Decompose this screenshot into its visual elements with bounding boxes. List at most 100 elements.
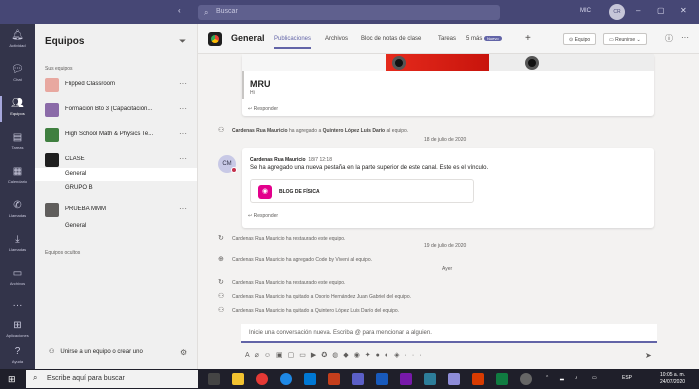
add-tab-icon[interactable]: + — [525, 33, 531, 44]
team-item[interactable]: High School Math & Physics Te... ··· — [45, 127, 195, 145]
info-icon[interactable]: ⓘ — [665, 33, 673, 44]
team-logo — [208, 32, 222, 46]
gif-icon[interactable]: ▣ — [276, 352, 288, 359]
rail-downloads[interactable]: ⤓ Llamadas — [0, 228, 35, 262]
volume-icon[interactable]: ♪ — [575, 375, 578, 381]
more-options-icon[interactable]: ··· — [179, 204, 187, 213]
team-item[interactable]: Formación Bto 3 (Capacitación... ··· — [45, 102, 195, 120]
minimize-icon[interactable]: – — [636, 6, 640, 15]
close-icon[interactable]: ✕ — [680, 6, 687, 15]
chrome-icon[interactable] — [256, 373, 268, 385]
tab-bloc-notas[interactable]: Bloc de notas de clase — [361, 36, 421, 42]
rail-calendar[interactable]: ▦ Calendario — [0, 160, 35, 194]
app-icon[interactable] — [520, 373, 532, 385]
excel-icon[interactable] — [496, 373, 508, 385]
avatar[interactable]: CR — [609, 4, 625, 20]
tab-more[interactable]: 5 más Nuevo — [466, 36, 502, 42]
store-icon[interactable] — [304, 373, 316, 385]
sticker-icon[interactable]: ▢ — [288, 352, 300, 359]
powerpoint-icon[interactable] — [328, 373, 340, 385]
join-team-button[interactable]: ⚇ Unirse a un equipo o crear uno — [49, 348, 143, 355]
download-icon: ⤓ — [15, 234, 20, 245]
sys-text: ha agregado a — [287, 128, 323, 134]
app-icon[interactable]: ◆ — [343, 352, 353, 359]
app-icon[interactable]: ◉ — [354, 352, 365, 359]
gear-icon[interactable]: ⚙ — [180, 348, 187, 357]
app-icon[interactable] — [448, 373, 460, 385]
battery-icon[interactable]: ▭ — [592, 375, 597, 381]
app-icon[interactable] — [424, 373, 436, 385]
remove-user-icon: ⚇ — [218, 293, 225, 300]
more-options-icon[interactable]: ··· — [179, 129, 187, 138]
meet-button[interactable]: ▭ Reunirse ⌄ — [603, 33, 647, 45]
rail-assignments[interactable]: ▤ Tareas — [0, 126, 35, 160]
more-options-icon[interactable]: ··· — [179, 154, 187, 163]
tab-archivos[interactable]: Archivos — [325, 36, 348, 42]
reply-link[interactable]: ↩ Responder — [248, 106, 278, 112]
attach-icon[interactable]: ⌀ — [255, 352, 264, 359]
tab-publicaciones[interactable]: Publicaciones — [274, 36, 312, 49]
more-options-icon[interactable]: ··· — [681, 33, 689, 42]
maximize-icon[interactable]: ▢ — [657, 6, 665, 15]
rail-activity[interactable]: 🔔︎ Actividad — [0, 24, 35, 58]
rail-files[interactable]: ▭ Archivos — [0, 262, 35, 296]
search-input[interactable]: ⌕ Buscar — [198, 5, 500, 20]
clock[interactable]: 10:05 a. m. 24/07/2020 — [660, 372, 685, 386]
teams-taskbar-icon[interactable] — [352, 373, 364, 385]
windows-start-icon[interactable]: ⊞ — [8, 374, 16, 385]
app-icon[interactable] — [472, 373, 484, 385]
more-options-icon[interactable]: ··· — [179, 79, 187, 88]
word-icon[interactable] — [376, 373, 388, 385]
app-icon[interactable]: ◐ — [385, 352, 394, 359]
praise-icon[interactable]: ✪ — [321, 352, 332, 359]
sys-text: Cardenas Rua Mauricio ha restaurado este… — [232, 280, 346, 286]
rail-teams[interactable]: 👥︎ Equipos — [0, 92, 35, 126]
app-icon[interactable]: ✦ — [365, 352, 376, 359]
search-icon: ⌕ — [33, 373, 38, 382]
send-icon[interactable]: ➤ — [645, 351, 652, 360]
filter-icon[interactable]: ⏷ — [179, 36, 186, 47]
channel-grupo-b[interactable]: GRUPO B — [35, 182, 197, 195]
onenote-icon[interactable] — [400, 373, 412, 385]
app-icon[interactable]: ◈ — [394, 352, 404, 359]
tray-chevron-icon[interactable]: ⌃ — [545, 375, 549, 381]
calendar-icon: ▦ — [12, 166, 23, 177]
network-icon[interactable]: ▂ — [560, 375, 564, 381]
clock-date: 24/07/2020 — [660, 379, 686, 385]
team-item[interactable]: Flipped Classroom ··· — [45, 77, 195, 95]
format-icon[interactable]: A — [245, 352, 255, 359]
hidden-teams-heading[interactable]: Equipos ocultos — [45, 250, 80, 256]
taskbar-search-input[interactable]: ⌕ Escribe aquí para buscar — [26, 370, 198, 388]
app-icon[interactable]: ● — [376, 352, 385, 359]
join-label: Unirse a un equipo o crear uno — [60, 349, 143, 355]
team-avatar — [45, 78, 59, 92]
compose-input[interactable]: Inicie una conversación nueva. Escriba @… — [241, 324, 657, 343]
rail-calls[interactable]: ✆ Llamadas — [0, 194, 35, 228]
stream-icon[interactable]: ▶ — [311, 352, 321, 359]
user-label: MIC — [580, 8, 591, 14]
help-icon: ? — [14, 346, 21, 357]
channel-general[interactable]: General — [35, 220, 197, 233]
file-explorer-icon[interactable] — [232, 373, 244, 385]
team-item[interactable]: PRUEBA MMM ··· — [45, 202, 195, 220]
tab-link-card[interactable]: ◉ BLOG DE FÍSICA — [250, 179, 474, 203]
rail-chat[interactable]: 💬︎ Chat — [0, 58, 35, 92]
language-label[interactable]: ESP — [622, 375, 632, 381]
more-options-icon[interactable]: ··· — [405, 352, 427, 359]
back-icon[interactable]: ‹ — [178, 6, 181, 15]
more-options-icon[interactable]: ··· — [179, 104, 187, 113]
task-view-icon[interactable] — [208, 373, 220, 385]
emoji-icon[interactable]: ☺ — [264, 352, 276, 359]
app-icon[interactable]: ◍ — [332, 352, 343, 359]
reply-link[interactable]: ↩ Responder — [248, 213, 278, 219]
search-placeholder: Buscar — [216, 8, 238, 15]
post-author: Cardenas Rua Mauricio — [250, 157, 306, 163]
rail-label: Tareas — [11, 145, 24, 150]
compose-toolbar: A⌀☺▣▢▭▶✪◍◆◉✦●◐◈··· — [245, 351, 427, 359]
channel-general[interactable]: General — [35, 168, 197, 181]
tab-tareas[interactable]: Tareas — [438, 36, 456, 42]
team-button[interactable]: ⊙ Equipo — [563, 33, 597, 45]
edge-icon[interactable] — [280, 373, 292, 385]
meet-now-icon[interactable]: ▭ — [299, 352, 311, 359]
image-wheel — [525, 56, 539, 70]
